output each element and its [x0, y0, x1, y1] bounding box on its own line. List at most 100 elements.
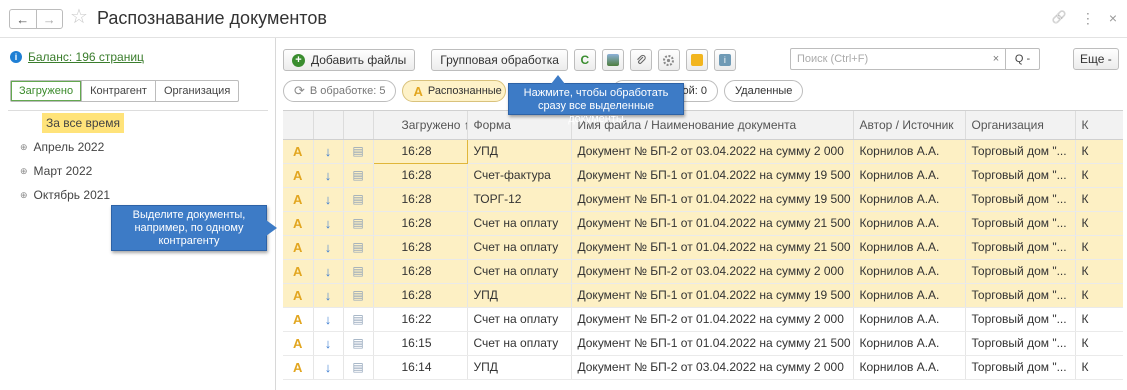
expand-icon[interactable]: ⊕: [20, 183, 28, 207]
icon-cell[interactable]: ▤: [343, 211, 374, 236]
download-icon[interactable]: ↓: [325, 168, 332, 183]
cell-name[interactable]: Документ № БП-2 от 03.04.2022 на сумму 2…: [571, 139, 854, 164]
tree-item-march-2022[interactable]: ⊕ Март 2022: [8, 159, 268, 183]
cell-form[interactable]: УПД: [467, 355, 572, 380]
cell-loaded[interactable]: 16:14: [373, 355, 468, 380]
icon-cell[interactable]: ▤: [343, 259, 374, 284]
cell-author[interactable]: Корнилов А.А.: [853, 283, 966, 308]
cell-form[interactable]: Счет на оплату: [467, 235, 572, 260]
attachment-icon[interactable]: [629, 49, 652, 71]
icon-cell[interactable]: A: [283, 307, 314, 332]
file-icon[interactable]: ▤: [352, 288, 363, 302]
table-row[interactable]: A ↓ ▤ 16:28 Счет на оплату Документ № БП-1 от…: [283, 211, 1123, 236]
cell-form[interactable]: Счет на оплату: [467, 211, 572, 236]
icon-cell[interactable]: ▤: [343, 235, 374, 260]
cell-organization[interactable]: Торговый дом "...: [965, 283, 1076, 308]
cell-k[interactable]: К: [1075, 235, 1123, 260]
cell-k[interactable]: К: [1075, 139, 1123, 164]
table-row[interactable]: A ↓ ▤ 16:15 Счет на оплату Документ № БП-1 от…: [283, 331, 1123, 356]
cell-form[interactable]: Счет на оплату: [467, 259, 572, 284]
col-header-download[interactable]: [313, 111, 344, 140]
cell-author[interactable]: Корнилов А.А.: [853, 331, 966, 356]
icon-cell[interactable]: ▤: [343, 307, 374, 332]
status-a-icon[interactable]: A: [293, 264, 302, 279]
table-row[interactable]: A ↓ ▤ 16:28 ТОРГ-12 Документ № БП-1 от 01.04.…: [283, 187, 1123, 212]
icon-cell[interactable]: A: [283, 259, 314, 284]
group-processing-button[interactable]: Групповая обработка: [431, 49, 568, 71]
cell-organization[interactable]: Торговый дом "...: [965, 259, 1076, 284]
status-a-icon[interactable]: A: [293, 336, 302, 351]
icon-cell[interactable]: ▤: [343, 283, 374, 308]
file-icon[interactable]: ▤: [352, 360, 363, 374]
cell-organization[interactable]: Торговый дом "...: [965, 211, 1076, 236]
file-icon[interactable]: ▤: [352, 312, 363, 326]
cell-k[interactable]: К: [1075, 211, 1123, 236]
image-icon[interactable]: [601, 49, 624, 71]
cell-k[interactable]: К: [1075, 283, 1123, 308]
balance-link[interactable]: Баланс: 196 страниц: [28, 50, 144, 64]
in-processing-filter[interactable]: ⟳ В обработке: 5: [283, 80, 397, 102]
search-input[interactable]: [791, 50, 987, 68]
cell-name[interactable]: Документ № БП-1 от 01.04.2022 на сумму 1…: [571, 163, 854, 188]
download-icon[interactable]: ↓: [325, 312, 332, 327]
status-a-icon[interactable]: A: [293, 360, 302, 375]
cell-organization[interactable]: Торговый дом "...: [965, 187, 1076, 212]
cell-k[interactable]: К: [1075, 307, 1123, 332]
cell-loaded[interactable]: 16:28: [373, 235, 468, 260]
refresh-icon[interactable]: C: [573, 49, 596, 71]
col-header-loaded[interactable]: Загружено ↑: [373, 111, 468, 140]
table-row[interactable]: A ↓ ▤ 16:14 УПД Документ № БП-2 от 03.04.2022…: [283, 355, 1123, 380]
col-header-author[interactable]: Автор / Источник: [853, 111, 966, 140]
download-icon[interactable]: ↓: [325, 192, 332, 207]
icon-cell[interactable]: ↓: [313, 331, 344, 356]
expand-icon[interactable]: ⊕: [20, 135, 28, 159]
add-files-button[interactable]: + Добавить файлы: [283, 49, 416, 71]
search-button[interactable]: Q -: [1005, 49, 1039, 69]
download-icon[interactable]: ↓: [325, 288, 332, 303]
icon-cell[interactable]: ↓: [313, 187, 344, 212]
col-header-organization[interactable]: Организация: [965, 111, 1076, 140]
status-a-icon[interactable]: A: [293, 168, 302, 183]
back-button[interactable]: ←: [10, 10, 36, 28]
icon-cell[interactable]: A: [283, 331, 314, 356]
cell-name[interactable]: Документ № БП-1 от 01.04.2022 на сумму 2…: [571, 235, 854, 260]
icon-cell[interactable]: ▤: [343, 331, 374, 356]
status-a-icon[interactable]: A: [293, 288, 302, 303]
cell-name[interactable]: Документ № БП-2 от 01.04.2022 на сумму 2…: [571, 307, 854, 332]
cell-form[interactable]: Счет на оплату: [467, 307, 572, 332]
cell-author[interactable]: Корнилов А.А.: [853, 187, 966, 212]
status-a-icon[interactable]: A: [293, 192, 302, 207]
link-icon[interactable]: 🔗: [1052, 10, 1067, 27]
cell-name[interactable]: Документ № БП-1 от 01.04.2022 на сумму 2…: [571, 211, 854, 236]
col-header-status[interactable]: [283, 111, 314, 140]
cell-organization[interactable]: Торговый дом "...: [965, 139, 1076, 164]
cell-form[interactable]: ТОРГ-12: [467, 187, 572, 212]
cell-author[interactable]: Корнилов А.А.: [853, 355, 966, 380]
cell-name[interactable]: Документ № БП-2 от 03.04.2022 на сумму 2…: [571, 259, 854, 284]
icon-cell[interactable]: ↓: [313, 211, 344, 236]
download-icon[interactable]: ↓: [325, 360, 332, 375]
cell-k[interactable]: К: [1075, 259, 1123, 284]
menu-icon[interactable]: ⋮: [1081, 10, 1095, 27]
icon-cell[interactable]: A: [283, 355, 314, 380]
table-row[interactable]: A ↓ ▤ 16:28 УПД Документ № БП-2 от 03.04.2022…: [283, 138, 1123, 164]
status-a-icon[interactable]: A: [293, 144, 302, 159]
cell-author[interactable]: Корнилов А.А.: [853, 163, 966, 188]
icon-cell[interactable]: ▤: [343, 139, 374, 164]
cell-form[interactable]: Счет на оплату: [467, 331, 572, 356]
icon-cell[interactable]: A: [283, 211, 314, 236]
tree-item-april-2022[interactable]: ⊕ Апрель 2022: [8, 135, 268, 159]
cell-k[interactable]: К: [1075, 331, 1123, 356]
download-icon[interactable]: ↓: [325, 264, 332, 279]
table-row[interactable]: A ↓ ▤ 16:28 УПД Документ № БП-1 от 01.04.2022…: [283, 283, 1123, 308]
file-icon[interactable]: ▤: [352, 216, 363, 230]
expand-icon[interactable]: ⊕: [20, 159, 28, 183]
tree-item-october-2021[interactable]: ⊕ Октябрь 2021: [8, 183, 268, 207]
icon-cell[interactable]: A: [283, 235, 314, 260]
cell-name[interactable]: Документ № БП-1 от 01.04.2022 на сумму 2…: [571, 331, 854, 356]
status-a-icon[interactable]: A: [293, 216, 302, 231]
icon-cell[interactable]: ▤: [343, 187, 374, 212]
file-icon[interactable]: ▤: [352, 168, 363, 182]
cell-loaded[interactable]: 16:15: [373, 331, 468, 356]
more-button[interactable]: Еще -: [1073, 48, 1119, 70]
